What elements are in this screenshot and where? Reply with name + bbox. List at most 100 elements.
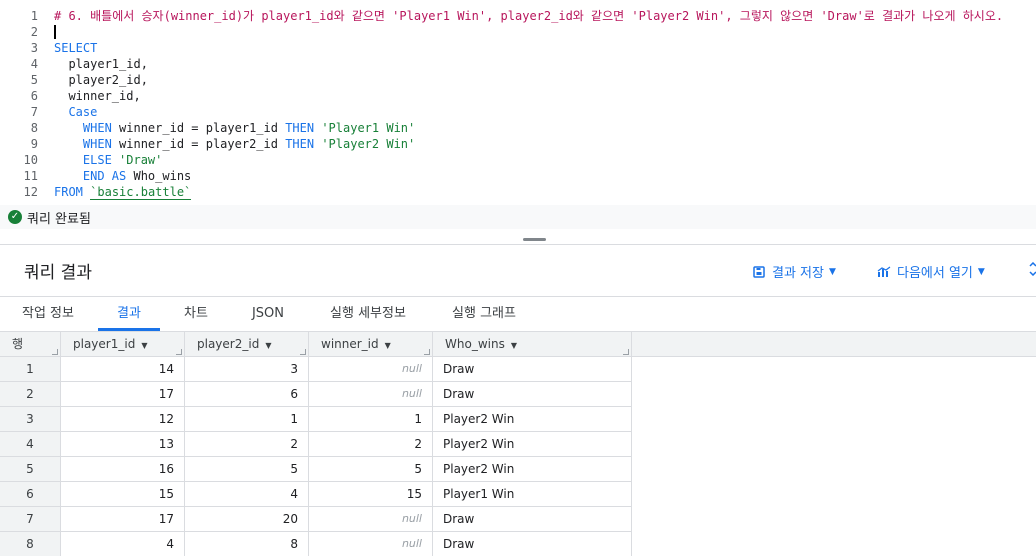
column-resize-handle[interactable] [424,349,430,355]
column-resize-handle[interactable] [300,349,306,355]
sort-caret-icon[interactable]: ▼ [265,341,271,350]
code-line[interactable]: 10 ELSE 'Draw' [0,152,1036,168]
code-line[interactable]: 11 END AS Who_wins [0,168,1036,184]
column-header-winner_id[interactable]: winner_id ▼ [309,332,433,357]
code-token: winner_id = player2_id [111,137,286,151]
table-cell[interactable]: 17 [61,507,185,531]
table-cell[interactable]: Player2 Win [433,432,632,456]
table-cell[interactable]: 2 [309,432,433,456]
table-cell[interactable]: 15 [61,482,185,506]
table-cell[interactable]: Draw [433,507,632,531]
table-cell[interactable]: null [309,382,433,406]
code-token: 'Player1 Win' [314,121,416,135]
table-cell[interactable]: 2 [185,432,309,456]
table-cell[interactable]: Draw [433,532,632,556]
table-cell[interactable]: 16 [61,457,185,481]
code-text: player1_id, [54,56,147,72]
table-cell[interactable]: 14 [61,357,185,381]
tab-0[interactable]: 작업 정보 [8,297,88,331]
tab-3[interactable]: JSON [236,297,300,331]
resize-handle[interactable] [523,238,546,241]
code-line[interactable]: 7 Case [0,104,1036,120]
table-row[interactable]: 3 12 1 1 Player2 Win [0,407,632,432]
tab-4[interactable]: 실행 세부정보 [316,297,420,331]
tab-1[interactable]: 결과 [98,297,160,331]
caret-down-icon: ▼ [977,266,985,277]
table-cell[interactable]: Player1 Win [433,482,632,506]
column-header-player2_id[interactable]: player2_id ▼ [185,332,309,357]
table-cell[interactable]: Player2 Win [433,407,632,431]
tab-2[interactable]: 차트 [168,297,224,331]
table-cell[interactable]: Draw [433,382,632,406]
text-cursor [54,25,56,39]
column-resize-handle[interactable] [623,349,629,355]
table-cell[interactable]: 17 [61,382,185,406]
table-cell[interactable]: null [309,532,433,556]
table-cell[interactable]: 4 [61,532,185,556]
table-cell[interactable]: 1 [309,407,433,431]
code-line[interactable]: 3 SELECT [0,40,1036,56]
line-number: 4 [30,57,38,71]
tab-5[interactable]: 실행 그래프 [438,297,530,331]
column-resize-handle[interactable] [176,349,182,355]
table-cell[interactable]: 8 [185,532,309,556]
table-row[interactable]: 8 4 8 null Draw [0,532,632,556]
column-header-player1_id[interactable]: player1_id ▼ [61,332,185,357]
code-line[interactable]: 2 [0,24,1036,40]
row-number-header: 행 [0,332,61,357]
table-cell[interactable]: 5 [309,457,433,481]
table-cell[interactable]: 20 [185,507,309,531]
table-cell[interactable]: 13 [61,432,185,456]
code-text: player2_id, [54,72,147,88]
column-resize-handle[interactable] [52,349,58,355]
save-results-button[interactable]: 결과 저장 ▼ [752,262,836,281]
table-row[interactable]: 4 13 2 2 Player2 Win [0,432,632,457]
code-line[interactable]: 5 player2_id, [0,72,1036,88]
table-cell[interactable]: 15 [309,482,433,506]
code-token: 'Draw' [111,153,163,167]
sort-caret-icon[interactable]: ▼ [511,341,517,350]
open-in-button[interactable]: 다음에서 열기 ▼ [877,262,985,281]
code-line[interactable]: 4 player1_id, [0,56,1036,72]
code-line[interactable]: 6 winner_id, [0,88,1036,104]
table-cell[interactable]: null [309,357,433,381]
table-cell[interactable]: null [309,507,433,531]
table-cell[interactable]: Player2 Win [433,457,632,481]
panel-divider [0,244,1036,245]
line-number: 12 [23,185,38,199]
code-text: WHEN winner_id = player1_id THEN 'Player… [54,120,415,136]
code-line[interactable]: 12 FROM `basic.battle` [0,184,1036,200]
line-number: 3 [30,41,38,55]
row-number: 2 [0,382,61,406]
table-cell[interactable]: Draw [433,357,632,381]
code-token: THEN [285,137,315,151]
table-row[interactable]: 2 17 6 null Draw [0,382,632,407]
code-line[interactable]: 9 WHEN winner_id = player2_id THEN 'Play… [0,136,1036,152]
sort-caret-icon[interactable]: ▼ [141,341,147,350]
table-cell[interactable]: 12 [61,407,185,431]
table-row[interactable]: 5 16 5 5 Player2 Win [0,457,632,482]
column-header-Who_wins[interactable]: Who_wins ▼ [433,332,632,357]
code-token: THEN [285,121,315,135]
table-row[interactable]: 6 15 4 15 Player1 Win [0,482,632,507]
table-cell[interactable]: 4 [185,482,309,506]
table-row[interactable]: 7 17 20 null Draw [0,507,632,532]
table-cell[interactable]: 6 [185,382,309,406]
table-row[interactable]: 1 14 3 null Draw [0,357,632,382]
table-cell[interactable]: 1 [185,407,309,431]
line-number: 6 [30,89,38,103]
open-in-label: 다음에서 열기 [897,266,973,281]
table-cell[interactable]: 5 [185,457,309,481]
save-icon [752,265,766,279]
query-status-bar: ✓ 쿼리 완료됨 [0,205,1036,229]
code-text: FROM `basic.battle` [54,184,192,200]
expand-button[interactable] [1026,262,1036,276]
sort-caret-icon[interactable]: ▼ [385,341,391,350]
sql-editor[interactable]: 1 # 6. 배틀에서 승자(winner_id)가 player1_id와 같으… [0,0,1036,200]
code-line[interactable]: 8 WHEN winner_id = player1_id THEN 'Play… [0,120,1036,136]
table-cell[interactable]: 3 [185,357,309,381]
line-number: 8 [30,121,38,135]
row-number: 4 [0,432,61,456]
code-text: winner_id, [54,88,140,104]
code-line[interactable]: 1 # 6. 배틀에서 승자(winner_id)가 player1_id와 같으… [0,8,1036,24]
